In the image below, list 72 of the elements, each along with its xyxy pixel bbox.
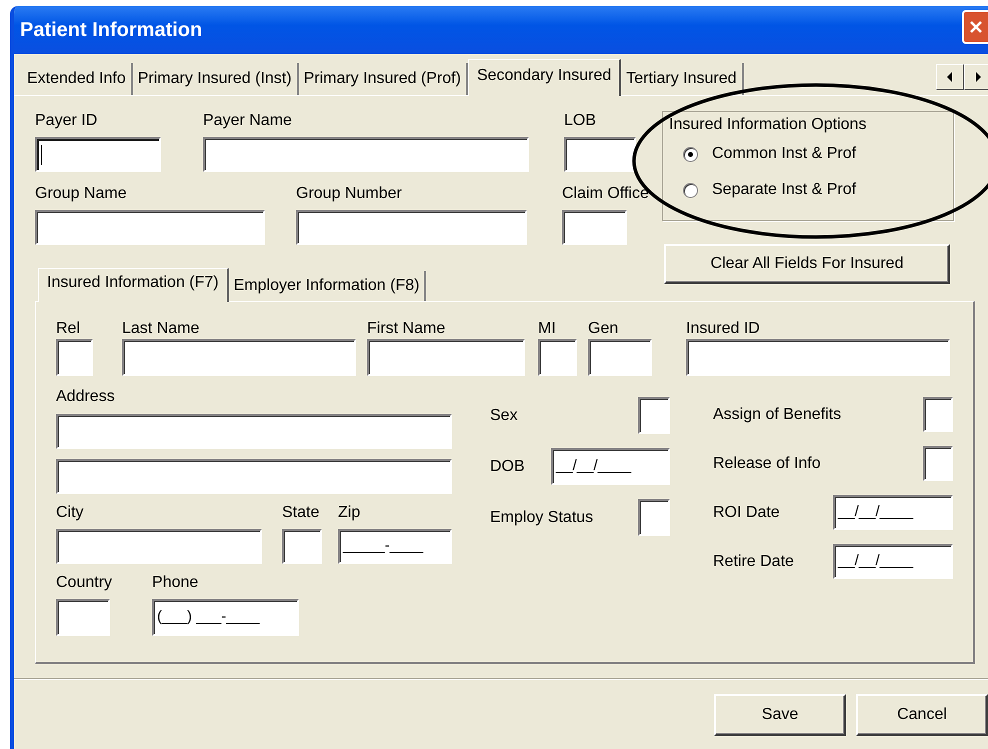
input-field[interactable]: [56, 459, 452, 494]
field-label: LOB: [564, 111, 598, 131]
field-label: First Name: [367, 319, 446, 339]
input-field[interactable]: __/__/____: [833, 495, 953, 530]
field-label: Group Number: [296, 184, 403, 204]
field-label: Zip: [338, 503, 362, 523]
field-label: Gen: [588, 319, 620, 339]
field-label: Rel: [56, 319, 82, 339]
tab[interactable]: Secondary Insured: [468, 59, 622, 96]
input-field[interactable]: [588, 339, 652, 376]
input-field[interactable]: [35, 137, 161, 172]
input-field[interactable]: [56, 414, 452, 449]
tab[interactable]: Insured Information (F7): [38, 268, 229, 302]
close-button[interactable]: [962, 10, 988, 44]
field-label: City: [56, 503, 85, 523]
input-field[interactable]: [56, 599, 110, 636]
tab[interactable]: Primary Insured (Inst): [132, 63, 299, 95]
input-field[interactable]: [638, 499, 670, 536]
input-field[interactable]: [56, 339, 93, 376]
input-field[interactable]: [122, 339, 356, 376]
input-field[interactable]: [562, 210, 627, 245]
field-label: MI: [538, 319, 557, 339]
input-field[interactable]: [564, 137, 636, 172]
dialog-button[interactable]: Cancel: [856, 694, 988, 736]
field-label: ROI Date: [713, 502, 780, 522]
input-field[interactable]: [203, 137, 529, 172]
input-field[interactable]: [56, 529, 262, 564]
radio-button[interactable]: [683, 182, 698, 198]
field-label: Employ Status: [490, 508, 594, 528]
field-label: Last Name: [122, 319, 200, 339]
dialog-button[interactable]: Save: [714, 694, 846, 736]
field-label: Payer ID: [35, 111, 98, 131]
radio-label: Separate Inst & Prof: [712, 181, 856, 199]
input-field[interactable]: [923, 397, 953, 432]
scroll-left-button[interactable]: [936, 64, 964, 90]
input-field[interactable]: [296, 210, 527, 245]
input-field[interactable]: [538, 339, 577, 376]
field-label: Claim Office: [562, 184, 649, 204]
field-label: Group Name: [35, 184, 128, 204]
triangle-left-icon: [946, 72, 954, 82]
field-label: Release of Info: [713, 454, 821, 474]
tab[interactable]: Tertiary Insured: [621, 63, 744, 95]
input-field[interactable]: __/__/____: [551, 448, 670, 485]
field-label: Payer Name: [203, 111, 293, 131]
field-label: DOB: [490, 456, 525, 476]
field-label: Retire Date: [713, 552, 794, 572]
field-label: Phone: [152, 573, 200, 593]
input-field[interactable]: [638, 397, 670, 434]
input-field[interactable]: [686, 339, 950, 376]
tab[interactable]: Employer Information (F8): [228, 271, 426, 301]
triangle-right-icon: [974, 72, 982, 82]
clear-all-button[interactable]: Clear All Fields For Insured: [664, 244, 950, 284]
field-label: Insured ID: [686, 319, 761, 339]
field-label: Address: [56, 387, 116, 407]
field-label: Sex: [490, 406, 518, 426]
close-icon: [968, 19, 984, 35]
radio-button[interactable]: [683, 146, 698, 162]
input-field[interactable]: (___) ___-____: [152, 599, 300, 636]
input-field[interactable]: __/__/____: [833, 544, 953, 579]
group-title: Insured Information Options: [669, 115, 868, 135]
input-field[interactable]: [35, 210, 265, 245]
field-label: State: [282, 503, 320, 523]
tab[interactable]: Extended Info: [22, 63, 133, 95]
input-field[interactable]: _____-____: [338, 529, 452, 564]
scroll-right-button[interactable]: [964, 64, 988, 90]
field-label: Assign of Benefits: [713, 404, 842, 424]
field-label: Country: [56, 573, 112, 593]
window-title: Patient Information: [20, 18, 202, 42]
input-field[interactable]: [367, 339, 525, 376]
radio-label: Common Inst & Prof: [712, 145, 856, 163]
input-field[interactable]: [923, 446, 953, 481]
input-field[interactable]: [282, 529, 322, 564]
